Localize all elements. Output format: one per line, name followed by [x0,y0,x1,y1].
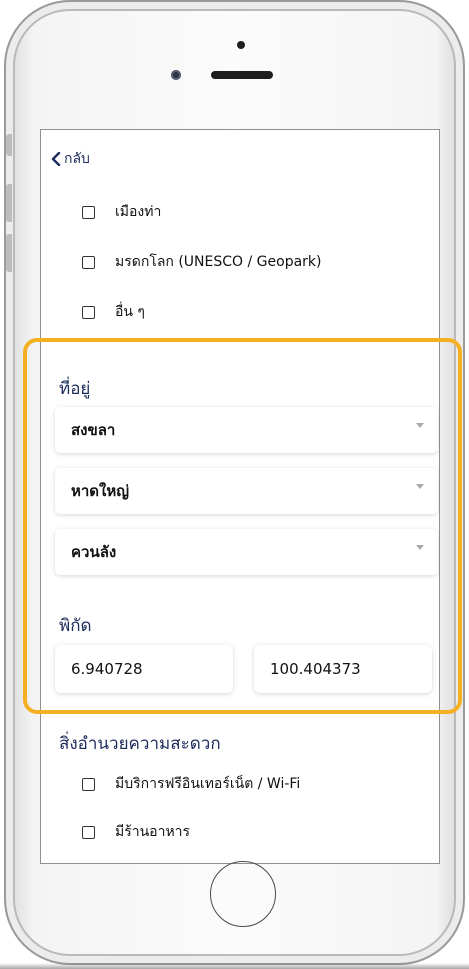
front-camera-icon [237,41,245,49]
mute-switch [6,134,12,156]
home-button[interactable] [210,861,276,927]
category-item-other[interactable]: อื่น ๆ [82,301,145,323]
subdistrict-value: ควนลัง [71,543,117,561]
facilities-title: สิ่งอำนวยความสะดวก [59,734,221,754]
district-value: หาดใหญ่ [71,482,130,500]
category-label: เมืองท่า [115,204,162,220]
caret-down-icon [416,483,424,489]
checkbox-icon[interactable] [82,305,95,319]
earpiece-speaker [211,71,273,79]
category-item-world-heritage[interactable]: มรดกโลก (UNESCO / Geopark) [82,251,322,273]
facility-item-restaurant[interactable]: มีร้านอาหาร [82,821,190,843]
longitude-input[interactable] [254,645,432,693]
volume-down-button [6,234,12,272]
chevron-left-icon [51,152,61,166]
district-select[interactable]: หาดใหญ่ [55,468,438,514]
phone-frame: กลับ เมืองท่า มรดกโลก (UNESCO / Geopark)… [4,0,465,965]
category-item-port-city[interactable]: เมืองท่า [82,201,161,223]
bottom-shadow [0,963,469,969]
latitude-input[interactable] [55,645,233,693]
caret-down-icon [416,544,424,550]
facility-label: มีบริการฟรีอินเทอร์เน็ต / Wi-Fi [115,776,301,792]
subdistrict-select[interactable]: ควนลัง [55,529,438,575]
checkbox-icon[interactable] [82,205,95,219]
category-label: อื่น ๆ [115,304,145,320]
back-button[interactable]: กลับ [51,148,90,170]
volume-up-button [6,184,12,222]
facility-label: มีร้านอาหาร [115,824,191,840]
phone-screen: กลับ เมืองท่า มรดกโลก (UNESCO / Geopark)… [40,129,440,864]
checkbox-icon[interactable] [82,255,95,269]
address-title: ที่อยู่ [59,379,91,399]
checkbox-icon[interactable] [82,777,95,791]
sensor-icon [171,70,181,80]
coordinates-title: พิกัด [59,616,92,636]
caret-down-icon [416,422,424,428]
facility-item-wifi[interactable]: มีบริการฟรีอินเทอร์เน็ต / Wi-Fi [82,773,300,795]
province-select[interactable]: สงขลา [55,407,438,453]
province-value: สงขลา [71,421,116,439]
back-label: กลับ [64,151,90,167]
category-label: มรดกโลก (UNESCO / Geopark) [115,254,322,270]
checkbox-icon[interactable] [82,825,95,839]
